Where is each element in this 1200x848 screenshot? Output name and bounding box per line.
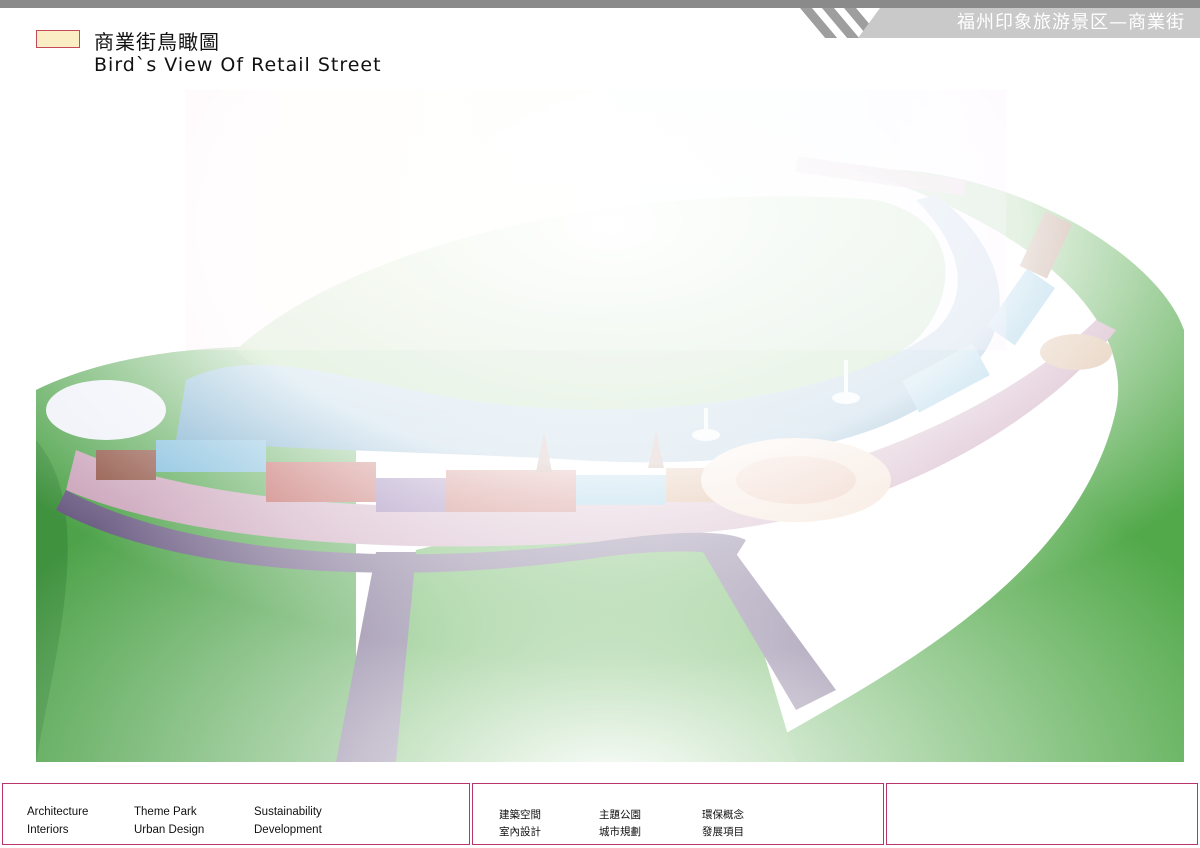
footer-item: Architecture	[27, 806, 89, 818]
footer-box-blank	[886, 783, 1198, 845]
footer-box-chinese: 建築空間 主題公園 環保概念 室內設計 城市規劃 發展項目	[472, 783, 884, 845]
footer-item: Development	[254, 824, 322, 836]
header-top-bar	[0, 0, 1200, 8]
footer-item: Urban Design	[134, 824, 205, 836]
page-title-chinese: 商業街鳥瞰圖	[94, 30, 220, 54]
footer-item: Theme Park	[134, 806, 197, 818]
footer-item: 室內設計	[499, 826, 541, 838]
project-title: 福州印象旅游景区—商業街	[957, 12, 1185, 33]
aerial-view-illustration	[36, 90, 1184, 762]
footer-item: 主題公園	[599, 809, 641, 821]
footer-item: 城市規劃	[599, 826, 641, 838]
legend-swatch	[36, 30, 80, 48]
footer-item: Sustainability	[254, 806, 322, 818]
footer-box-english: Architecture Theme Park Sustainability I…	[2, 783, 470, 845]
footer-item: 建築空間	[499, 809, 541, 821]
footer-item: 環保概念	[702, 809, 744, 821]
footer-item: 發展項目	[702, 826, 744, 838]
page-title-english: Bird`s View Of Retail Street	[94, 54, 382, 76]
footer-item: Interiors	[27, 824, 69, 836]
birds-eye-rendering	[36, 90, 1184, 762]
